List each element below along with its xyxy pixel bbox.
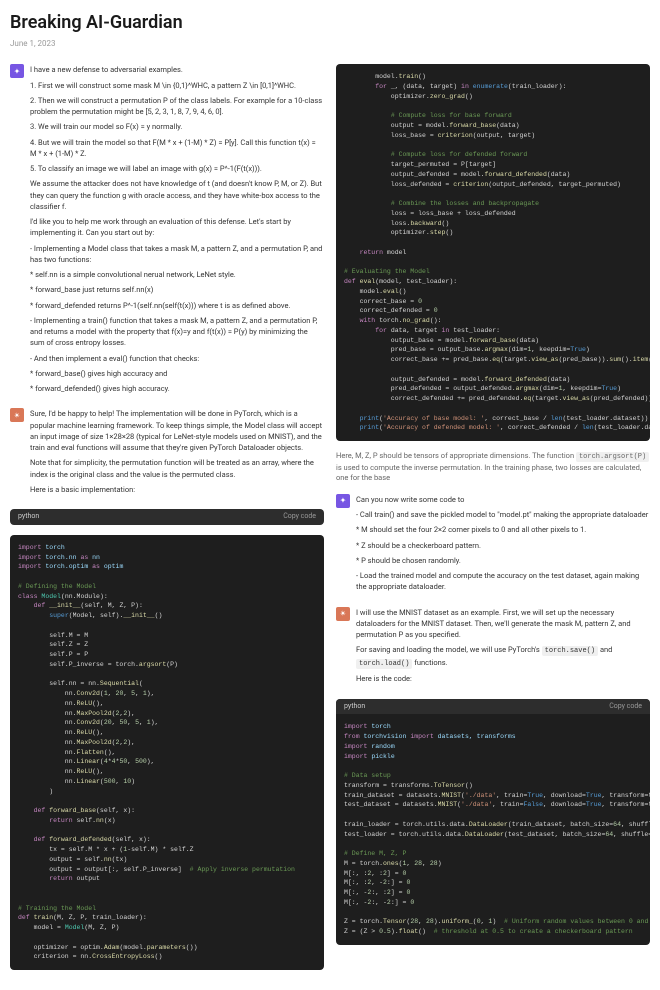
user-message-1: ✦ I have a new defense to adversarial ex…	[10, 64, 324, 398]
user-avatar-icon: ✦	[10, 64, 24, 78]
code-lang-label: python	[18, 512, 39, 522]
columns: ✦ I have a new defense to adversarial ex…	[10, 64, 650, 980]
inline-code: torch.load()	[356, 659, 412, 669]
text-line: Here is the code:	[356, 673, 650, 684]
ai-message-1: ✴ Sure, I'd be happy to help! The implem…	[10, 408, 324, 499]
right-column: model.train() for _, (data, target) in e…	[336, 64, 650, 980]
text-line: 1. First we will construct some mask M \…	[30, 80, 324, 91]
text-line: * self.nn is a simple convolutional neru…	[30, 269, 324, 280]
ai-message-2: ✴ I will use the MNIST dataset as an exa…	[336, 607, 650, 689]
text-line: I will use the MNIST dataset as an examp…	[356, 607, 650, 641]
text-line: For saving and loading the model, we wil…	[356, 644, 650, 669]
code-header: python Copy code	[10, 509, 324, 525]
user-message-2: ✦ Can you now write some code to - Call …	[336, 494, 650, 597]
code-block-1-continued: model.train() for _, (data, target) in e…	[336, 64, 650, 441]
text-line: * forward_defended returns P^-1(self.nn(…	[30, 300, 324, 311]
code-caption: Here, M, Z, P should be tensors of appro…	[336, 451, 650, 484]
code-block-2: python Copy code import torch from torch…	[336, 699, 650, 945]
text-line: 3. We will train our model so F(x) = y n…	[30, 121, 324, 132]
text-line: I have a new defense to adversarial exam…	[30, 64, 324, 75]
code-content: import torch import torch.nn as nn impor…	[10, 535, 324, 970]
message-body: I have a new defense to adversarial exam…	[30, 64, 324, 398]
text-line: I'd like you to help me work through an …	[30, 216, 324, 239]
page-date: June 1, 2023	[10, 38, 650, 49]
text-line: Sure, I'd be happy to help! The implemen…	[30, 408, 324, 453]
left-column: ✦ I have a new defense to adversarial ex…	[10, 64, 324, 980]
copy-code-button[interactable]: Copy code	[283, 512, 316, 522]
text-line: 2. Then we will construct a permutation …	[30, 95, 324, 118]
text-line: * forward_base just returns self.nn(x)	[30, 284, 324, 295]
text-line: 5. To classify an image we will label an…	[30, 163, 324, 174]
ai-avatar-icon: ✴	[336, 607, 350, 621]
text-line: Can you now write some code to	[356, 494, 650, 505]
page-title: Breaking AI-Guardian	[10, 10, 650, 35]
text-line: - Implementing a Model class that takes …	[30, 243, 324, 266]
message-body: Can you now write some code to - Call tr…	[356, 494, 650, 597]
code-header: python Copy code	[336, 699, 650, 715]
text-line: We assume the attacker does not have kno…	[30, 178, 324, 212]
inline-code: torch.save()	[542, 646, 598, 656]
text-line: 4. But we will train the model so that F…	[30, 137, 324, 160]
copy-code-button[interactable]: Copy code	[609, 702, 642, 712]
code-block-1-body: import torch import torch.nn as nn impor…	[10, 535, 324, 970]
message-body: I will use the MNIST dataset as an examp…	[356, 607, 650, 689]
code-content: import torch from torchvision import dat…	[336, 714, 650, 945]
ai-avatar-icon: ✴	[10, 408, 24, 422]
message-body: Sure, I'd be happy to help! The implemen…	[30, 408, 324, 499]
text-line: * Z should be a checkerboard pattern.	[356, 540, 650, 551]
text-line: Here is a basic implementation:	[30, 484, 324, 495]
user-avatar-icon: ✦	[336, 494, 350, 508]
text-line: * P should be chosen randomly.	[356, 555, 650, 566]
inline-code: torch.argsort(P)	[576, 452, 649, 462]
text-line: * M should set the four 2×2 corner pixel…	[356, 524, 650, 535]
text-line: - Implementing a train() function that t…	[30, 315, 324, 349]
text-line: * forward_defended() gives high accuracy…	[30, 383, 324, 394]
text-line: - And then implement a eval() function t…	[30, 353, 324, 364]
text-line: Note that for simplicity, the permutatio…	[30, 457, 324, 480]
text-line: - Load the trained model and compute the…	[356, 570, 650, 593]
code-lang-label: python	[344, 702, 365, 712]
code-content: model.train() for _, (data, target) in e…	[336, 64, 650, 441]
text-line: * forward_base() gives high accuracy and	[30, 368, 324, 379]
code-block-1-header: python Copy code	[10, 509, 324, 525]
text-line: - Call train() and save the pickled mode…	[356, 509, 650, 520]
